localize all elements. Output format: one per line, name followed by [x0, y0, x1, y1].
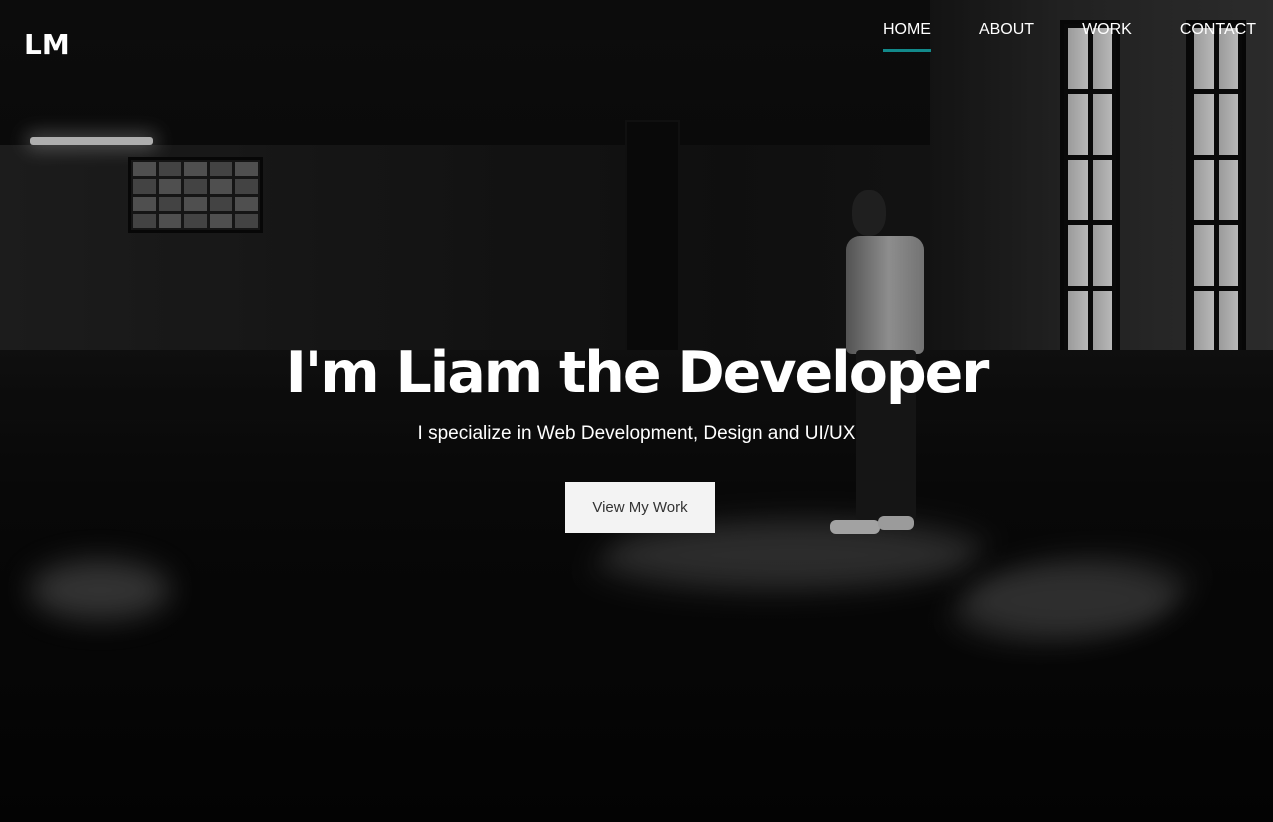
hero-title: I'm Liam the Developer	[285, 340, 990, 406]
nav-home[interactable]: HOME	[882, 20, 931, 52]
hero-background-image	[0, 0, 1273, 822]
nav-about[interactable]: ABOUT	[979, 20, 1034, 52]
site-logo[interactable]: LM	[24, 28, 70, 61]
dark-overlay	[0, 0, 1273, 822]
main-nav: HOME ABOUT WORK CONTACT	[835, 20, 1256, 52]
view-my-work-button[interactable]: View My Work	[565, 482, 715, 533]
nav-contact[interactable]: CONTACT	[1180, 20, 1256, 52]
hero-subtitle: I specialize in Web Development, Design …	[417, 423, 856, 444]
nav-work[interactable]: WORK	[1082, 20, 1132, 52]
